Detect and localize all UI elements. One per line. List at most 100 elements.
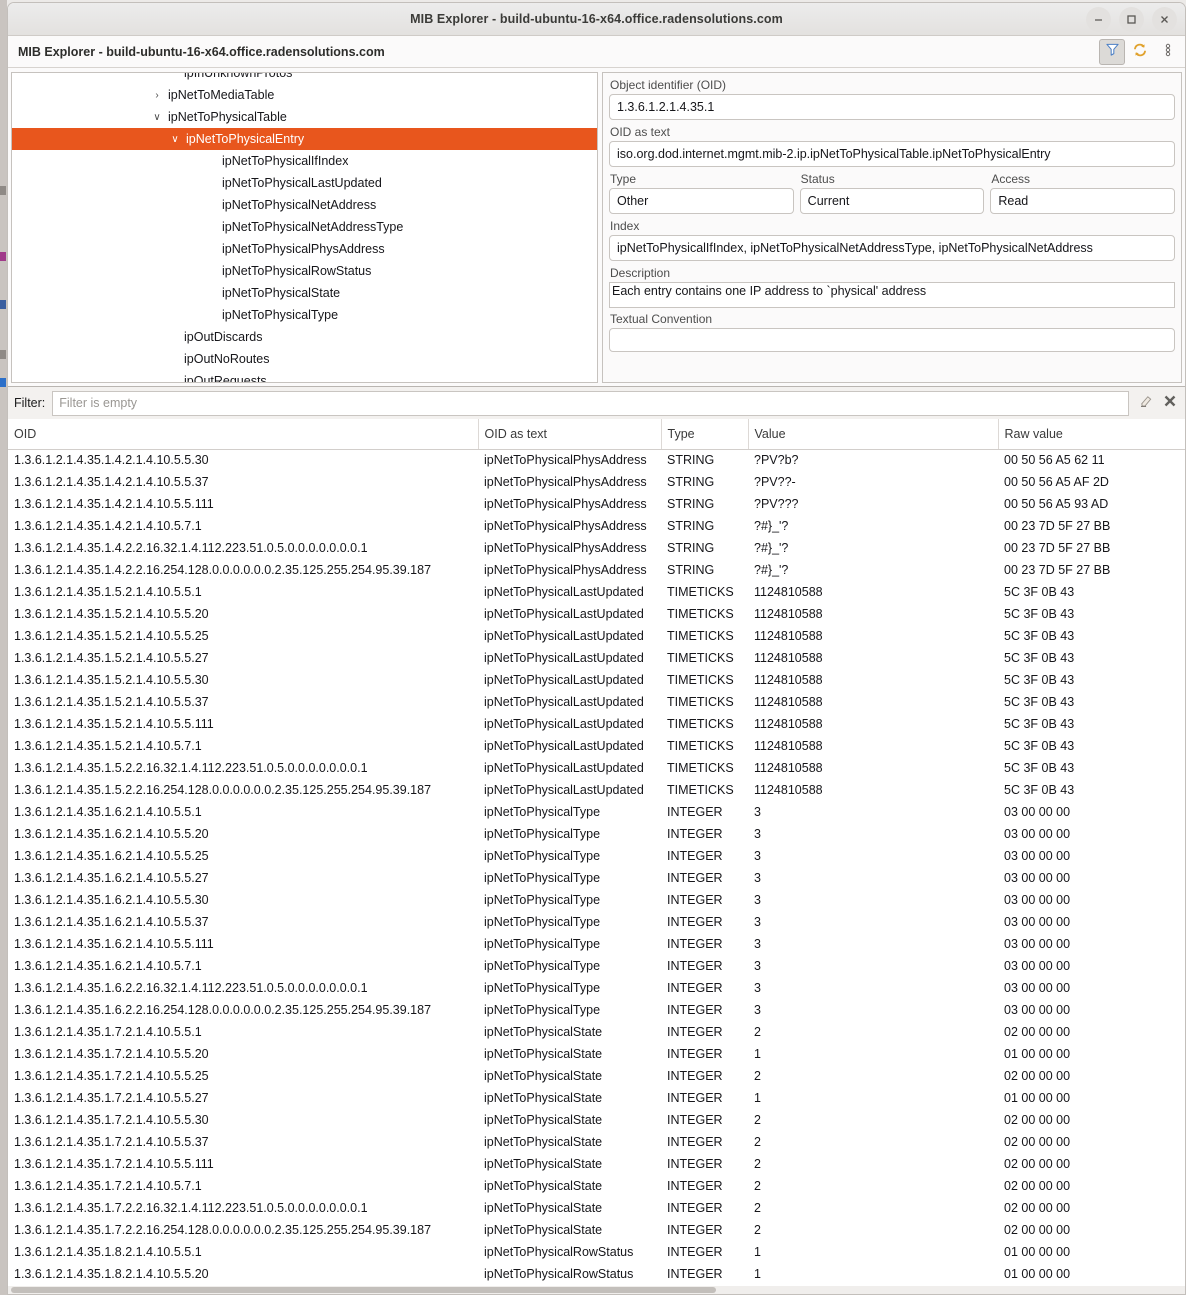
refresh-button[interactable] [1127, 39, 1153, 65]
type-label: Type [610, 172, 794, 186]
cell-oid: 1.3.6.1.2.1.4.35.1.5.2.1.4.10.5.7.1 [8, 735, 478, 757]
cell-oid: 1.3.6.1.2.1.4.35.1.6.2.1.4.10.5.5.37 [8, 911, 478, 933]
table-row[interactable]: 1.3.6.1.2.1.4.35.1.4.2.1.4.10.5.7.1ipNet… [8, 515, 1185, 537]
table-row[interactable]: 1.3.6.1.2.1.4.35.1.5.2.2.16.254.128.0.0.… [8, 779, 1185, 801]
mib-tree-panel[interactable]: ipInUnknownProtos›ipNetToMediaTable∨ipNe… [11, 72, 598, 383]
tree-item-ipOutRequests[interactable]: ipOutRequests [12, 370, 597, 383]
tree-item-ipNetToPhysicalRowStatus[interactable]: ipNetToPhysicalRowStatus [12, 260, 597, 282]
column-header-value[interactable]: Value [748, 419, 998, 449]
tree-item-ipNetToPhysicalNetAddress[interactable]: ipNetToPhysicalNetAddress [12, 194, 597, 216]
cell-type: INTEGER [661, 977, 748, 999]
tree-item-label: ipNetToPhysicalTable [168, 110, 287, 124]
table-row[interactable]: 1.3.6.1.2.1.4.35.1.5.2.1.4.10.5.5.37ipNe… [8, 691, 1185, 713]
tree-item-ipNetToPhysicalNetAddressType[interactable]: ipNetToPhysicalNetAddressType [12, 216, 597, 238]
column-header-oid[interactable]: OID [8, 419, 478, 449]
chevron-right-icon[interactable]: › [150, 90, 164, 101]
status-field[interactable]: Current [800, 188, 985, 214]
table-row[interactable]: 1.3.6.1.2.1.4.35.1.7.2.1.4.10.5.5.1ipNet… [8, 1021, 1185, 1043]
description-field[interactable]: Each entry contains one IP address to `p… [609, 282, 1175, 308]
table-row[interactable]: 1.3.6.1.2.1.4.35.1.5.2.2.16.32.1.4.112.2… [8, 757, 1185, 779]
close-button[interactable] [1152, 7, 1177, 32]
tree-item-ipOutNoRoutes[interactable]: ipOutNoRoutes [12, 348, 597, 370]
table-row[interactable]: 1.3.6.1.2.1.4.35.1.6.2.1.4.10.5.5.1ipNet… [8, 801, 1185, 823]
cell-oid: 1.3.6.1.2.1.4.35.1.7.2.1.4.10.5.5.30 [8, 1109, 478, 1131]
cell-type: INTEGER [661, 1043, 748, 1065]
tree-item-ipNetToPhysicalEntry[interactable]: ∨ipNetToPhysicalEntry [12, 128, 597, 150]
table-row[interactable]: 1.3.6.1.2.1.4.35.1.6.2.1.4.10.5.7.1ipNet… [8, 955, 1185, 977]
table-row[interactable]: 1.3.6.1.2.1.4.35.1.6.2.1.4.10.5.5.30ipNe… [8, 889, 1185, 911]
clear-filter-button[interactable] [1136, 393, 1154, 413]
cell-value: 3 [748, 845, 998, 867]
view-menu-button[interactable] [1155, 39, 1181, 65]
table-row[interactable]: 1.3.6.1.2.1.4.35.1.4.2.2.16.32.1.4.112.2… [8, 537, 1185, 559]
tree-item-ipInUnknownProtos[interactable]: ipInUnknownProtos [12, 72, 597, 84]
launcher-icon-2 [0, 252, 6, 261]
tree-item-ipNetToPhysicalTable[interactable]: ∨ ipNetToPhysicalTable [12, 106, 597, 128]
column-header-type[interactable]: Type [661, 419, 748, 449]
tree-item-ipNetToPhysicalPhysAddress[interactable]: ipNetToPhysicalPhysAddress [12, 238, 597, 260]
table-row[interactable]: 1.3.6.1.2.1.4.35.1.5.2.1.4.10.5.5.111ipN… [8, 713, 1185, 735]
cell-raw-value: 03 00 00 00 [998, 977, 1185, 999]
table-row[interactable]: 1.3.6.1.2.1.4.35.1.7.2.2.16.254.128.0.0.… [8, 1219, 1185, 1241]
table-row[interactable]: 1.3.6.1.2.1.4.35.1.5.2.1.4.10.5.5.30ipNe… [8, 669, 1185, 691]
table-row[interactable]: 1.3.6.1.2.1.4.35.1.6.2.1.4.10.5.5.25ipNe… [8, 845, 1185, 867]
chevron-down-icon[interactable]: ∨ [168, 134, 182, 145]
table-row[interactable]: 1.3.6.1.2.1.4.35.1.4.2.1.4.10.5.5.37ipNe… [8, 471, 1185, 493]
type-field[interactable]: Other [609, 188, 794, 214]
table-row[interactable]: 1.3.6.1.2.1.4.35.1.7.2.2.16.32.1.4.112.2… [8, 1197, 1185, 1219]
table-row[interactable]: 1.3.6.1.2.1.4.35.1.4.2.1.4.10.5.5.111ipN… [8, 493, 1185, 515]
maximize-button[interactable] [1119, 7, 1144, 32]
index-field[interactable]: ipNetToPhysicalIfIndex, ipNetToPhysicalN… [609, 235, 1175, 261]
close-filter-button[interactable] [1161, 393, 1179, 413]
cell-oid: 1.3.6.1.2.1.4.35.1.5.2.1.4.10.5.5.30 [8, 669, 478, 691]
filter-input[interactable] [52, 391, 1129, 416]
results-horizontal-scrollbar[interactable] [8, 1286, 1185, 1294]
table-row[interactable]: 1.3.6.1.2.1.4.35.1.5.2.1.4.10.5.5.1ipNet… [8, 581, 1185, 603]
table-row[interactable]: 1.3.6.1.2.1.4.35.1.6.2.1.4.10.5.5.37ipNe… [8, 911, 1185, 933]
column-header-oid-text[interactable]: OID as text [478, 419, 661, 449]
table-row[interactable]: 1.3.6.1.2.1.4.35.1.4.2.1.4.10.5.5.30ipNe… [8, 449, 1185, 471]
column-header-raw-value[interactable]: Raw value [998, 419, 1185, 449]
table-row[interactable]: 1.3.6.1.2.1.4.35.1.7.2.1.4.10.5.7.1ipNet… [8, 1175, 1185, 1197]
cell-raw-value: 01 00 00 00 [998, 1241, 1185, 1263]
table-row[interactable]: 1.3.6.1.2.1.4.35.1.7.2.1.4.10.5.5.30ipNe… [8, 1109, 1185, 1131]
table-row[interactable]: 1.3.6.1.2.1.4.35.1.6.2.1.4.10.5.5.111ipN… [8, 933, 1185, 955]
access-field[interactable]: Read [990, 188, 1175, 214]
table-row[interactable]: 1.3.6.1.2.1.4.35.1.7.2.1.4.10.5.5.37ipNe… [8, 1131, 1185, 1153]
cell-oid: 1.3.6.1.2.1.4.35.1.4.2.2.16.254.128.0.0.… [8, 559, 478, 581]
tree-item-ipNetToPhysicalLastUpdated[interactable]: ipNetToPhysicalLastUpdated [12, 172, 597, 194]
cell-oid-text: ipNetToPhysicalType [478, 801, 661, 823]
tree-item-ipNetToPhysicalType[interactable]: ipNetToPhysicalType [12, 304, 597, 326]
tree-item-ipNetToPhysicalIfIndex[interactable]: ipNetToPhysicalIfIndex [12, 150, 597, 172]
table-row[interactable]: 1.3.6.1.2.1.4.35.1.8.2.1.4.10.5.5.20ipNe… [8, 1263, 1185, 1285]
mib-explorer-window: MIB Explorer - build-ubuntu-16-x64.offic… [7, 2, 1186, 1295]
table-row[interactable]: 1.3.6.1.2.1.4.35.1.5.2.1.4.10.5.7.1ipNet… [8, 735, 1185, 757]
table-row[interactable]: 1.3.6.1.2.1.4.35.1.6.2.1.4.10.5.5.27ipNe… [8, 867, 1185, 889]
table-row[interactable]: 1.3.6.1.2.1.4.35.1.7.2.1.4.10.5.5.25ipNe… [8, 1065, 1185, 1087]
cell-oid-text: ipNetToPhysicalType [478, 823, 661, 845]
minimize-button[interactable] [1086, 7, 1111, 32]
tree-item-ipOutDiscards[interactable]: ipOutDiscards [12, 326, 597, 348]
table-row[interactable]: 1.3.6.1.2.1.4.35.1.5.2.1.4.10.5.5.27ipNe… [8, 647, 1185, 669]
results-scrollbar-thumb[interactable] [11, 1287, 716, 1293]
chevron-down-icon[interactable]: ∨ [150, 112, 164, 123]
table-row[interactable]: 1.3.6.1.2.1.4.35.1.7.2.1.4.10.5.5.27ipNe… [8, 1087, 1185, 1109]
filter-toggle-button[interactable] [1099, 39, 1125, 65]
tree-item-ipNetToPhysicalState[interactable]: ipNetToPhysicalState [12, 282, 597, 304]
table-row[interactable]: 1.3.6.1.2.1.4.35.1.5.2.1.4.10.5.5.20ipNe… [8, 603, 1185, 625]
table-row[interactable]: 1.3.6.1.2.1.4.35.1.6.2.2.16.32.1.4.112.2… [8, 977, 1185, 999]
oid-field[interactable]: 1.3.6.1.2.1.4.35.1 [609, 94, 1175, 120]
table-row[interactable]: 1.3.6.1.2.1.4.35.1.6.2.1.4.10.5.5.20ipNe… [8, 823, 1185, 845]
oid-as-text-field[interactable]: iso.org.dod.internet.mgmt.mib-2.ip.ipNet… [609, 141, 1175, 167]
textual-convention-field[interactable] [609, 328, 1175, 352]
table-row[interactable]: 1.3.6.1.2.1.4.35.1.4.2.2.16.254.128.0.0.… [8, 559, 1185, 581]
table-row[interactable]: 1.3.6.1.2.1.4.35.1.7.2.1.4.10.5.5.111ipN… [8, 1153, 1185, 1175]
table-row[interactable]: 1.3.6.1.2.1.4.35.1.5.2.1.4.10.5.5.25ipNe… [8, 625, 1185, 647]
cell-type: STRING [661, 471, 748, 493]
tree-item-ipNetToMediaTable[interactable]: ›ipNetToMediaTable [12, 84, 597, 106]
table-row[interactable]: 1.3.6.1.2.1.4.35.1.6.2.2.16.254.128.0.0.… [8, 999, 1185, 1021]
table-row[interactable]: 1.3.6.1.2.1.4.35.1.7.2.1.4.10.5.5.20ipNe… [8, 1043, 1185, 1065]
results-area[interactable]: OID OID as text Type Value Raw value 1.3… [8, 419, 1185, 1294]
table-row[interactable]: 1.3.6.1.2.1.4.35.1.8.2.1.4.10.5.5.1ipNet… [8, 1241, 1185, 1263]
cell-type: INTEGER [661, 1087, 748, 1109]
